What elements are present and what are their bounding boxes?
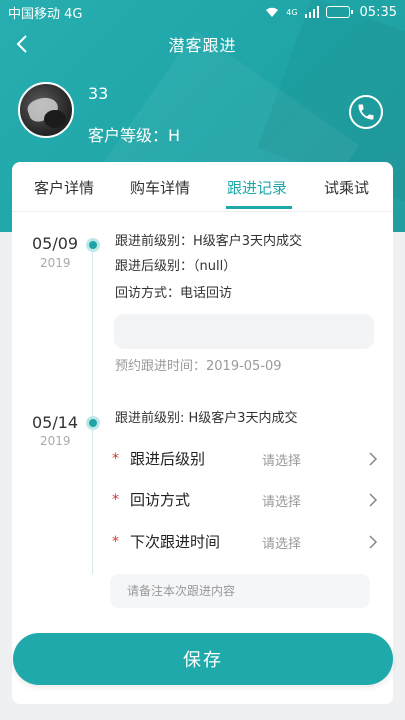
record-year: 2019 xyxy=(40,434,71,448)
required-marker: * xyxy=(112,492,119,508)
after-level-selector[interactable]: * 跟进后级别 请选择 xyxy=(112,445,382,475)
back-button[interactable] xyxy=(8,30,36,58)
save-button[interactable]: 保存 xyxy=(13,633,393,685)
chevron-right-icon xyxy=(369,535,378,549)
record-before-level: 跟进前级别: H级客户3天内成交 xyxy=(115,411,298,426)
customer-level: 客户等级：H xyxy=(88,126,181,145)
record-date: 05/09 xyxy=(32,234,79,253)
carrier-label: 中国移动 4G xyxy=(8,6,83,22)
field-value: 请选择 xyxy=(262,454,302,469)
timeline-dot xyxy=(86,238,100,252)
network-label: 4G xyxy=(286,7,298,17)
customer-name: 33 xyxy=(88,84,109,103)
required-marker: * xyxy=(112,451,119,467)
follow-up-card: 客户详情 购车详情 跟进记录 试乘试 05/09 2019 跟进前级别：H级客户… xyxy=(12,162,393,704)
nav-bar: 潜客跟进 xyxy=(0,24,405,64)
battery-icon xyxy=(325,6,353,18)
field-value: 请选择 xyxy=(262,495,302,510)
required-marker: * xyxy=(112,534,119,550)
tab-bar: 客户详情 购车详情 跟进记录 试乘试 xyxy=(12,162,393,212)
record-year: 2019 xyxy=(40,256,71,270)
record-note xyxy=(114,314,374,349)
visit-method-selector[interactable]: * 回访方式 请选择 xyxy=(112,486,382,516)
avatar xyxy=(18,82,74,138)
wifi-icon xyxy=(266,7,279,17)
field-label: 回访方式 xyxy=(130,491,191,509)
record-date: 05/14 xyxy=(32,413,79,432)
field-label: 下次跟进时间 xyxy=(130,533,221,551)
clock: 05:35 xyxy=(359,4,397,20)
status-bar: 中国移动 4G 4G 05:35 xyxy=(0,0,405,24)
tab-customer-details[interactable]: 客户详情 xyxy=(34,177,94,198)
chevron-left-icon xyxy=(16,35,27,53)
signal-icon xyxy=(304,6,319,18)
tab-test-drive[interactable]: 试乘试 xyxy=(324,177,369,198)
field-value: 请选择 xyxy=(262,537,302,552)
next-follow-up-time-selector[interactable]: * 下次跟进时间 请选择 xyxy=(112,528,382,558)
active-tab-indicator xyxy=(226,206,292,209)
record-appointment: 预约跟进时间：2019-05-09 xyxy=(115,359,282,374)
page-title: 潜客跟进 xyxy=(168,36,237,55)
timeline-dot xyxy=(86,416,100,430)
record-after-level: 跟进后级别：（null） xyxy=(115,259,237,274)
timeline-line xyxy=(92,244,93,574)
tab-purchase-details[interactable]: 购车详情 xyxy=(130,177,190,198)
tab-follow-up-records[interactable]: 跟进记录 xyxy=(227,177,287,198)
field-label: 跟进后级别 xyxy=(130,450,206,468)
chevron-right-icon xyxy=(369,493,378,507)
chevron-right-icon xyxy=(369,452,378,466)
record-visit-method: 回访方式：电话回访 xyxy=(115,286,233,301)
phone-icon xyxy=(358,104,374,120)
call-button[interactable] xyxy=(349,95,383,129)
record-before-level: 跟进前级别：H级客户3天内成交 xyxy=(115,234,303,249)
remark-input[interactable]: 请备注本次跟进内容 xyxy=(110,574,370,608)
